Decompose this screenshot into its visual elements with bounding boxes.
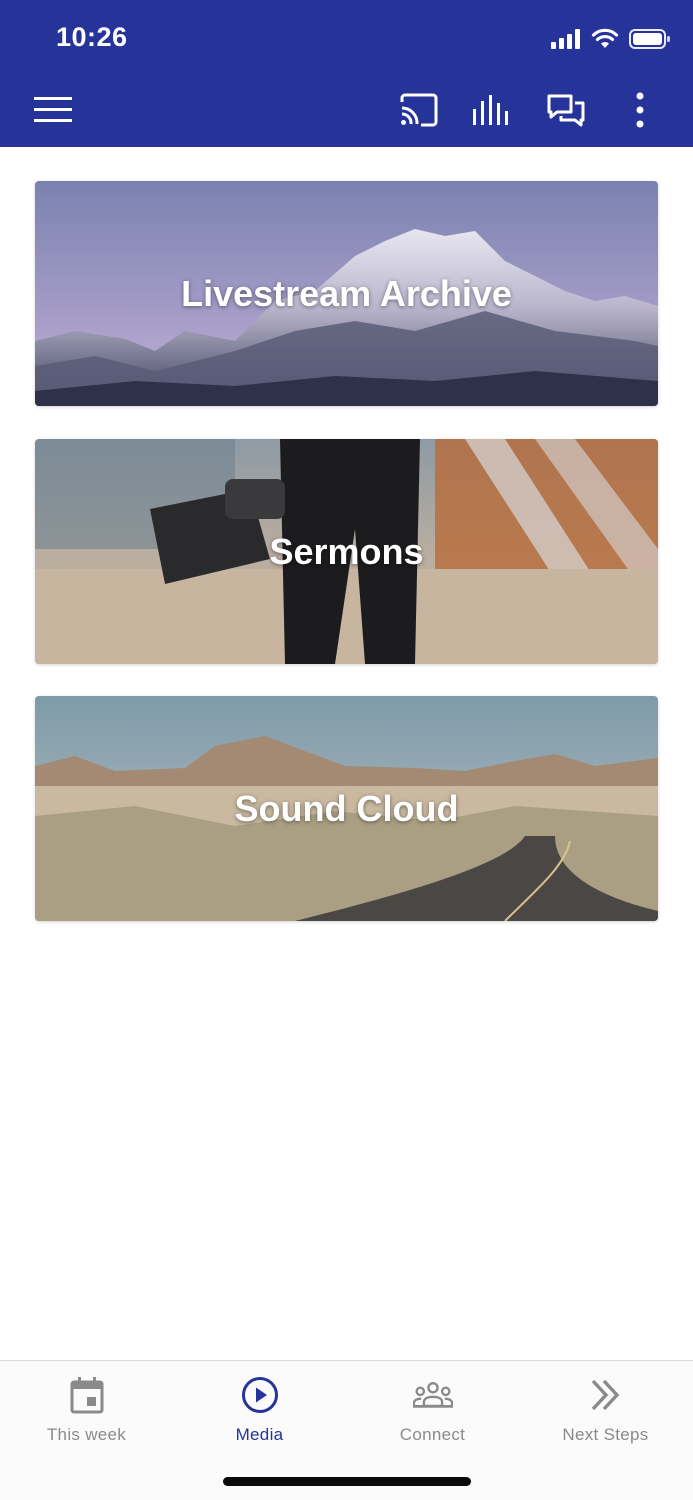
home-indicator[interactable] (223, 1477, 471, 1486)
status-time: 10:26 (56, 22, 128, 52)
cellular-signal-icon (551, 29, 580, 49)
wifi-icon (591, 28, 619, 48)
audio-bars-icon (473, 95, 508, 125)
livestream-archive-card[interactable]: Livestream Archive (35, 181, 658, 406)
cast-icon (400, 93, 438, 127)
audio-button[interactable] (468, 86, 516, 134)
battery-icon (629, 29, 670, 49)
sound-cloud-card[interactable]: Sound Cloud (35, 696, 658, 921)
nav-item-media[interactable]: Media (173, 1361, 346, 1461)
card-title: Sound Cloud (234, 787, 459, 829)
nav-label: Media (235, 1425, 284, 1444)
card-title: Livestream Archive (181, 272, 512, 314)
play-circle-icon (240, 1375, 280, 1415)
chat-button[interactable] (542, 86, 590, 134)
chat-icon (547, 94, 585, 127)
double-chevron-right-icon (586, 1375, 626, 1415)
card-title: Sermons (269, 530, 424, 572)
nav-label: Next Steps (562, 1425, 649, 1444)
app-header: 10:26 (0, 0, 693, 147)
group-icon (412, 1375, 453, 1415)
cast-button[interactable] (395, 86, 443, 134)
more-vertical-icon (636, 92, 644, 128)
app-screen: 10:26 Livestream Archive Sermons Sound C… (0, 0, 693, 1500)
nav-item-next-steps[interactable]: Next Steps (519, 1361, 692, 1461)
nav-label: This week (46, 1425, 127, 1444)
status-icons (551, 25, 671, 53)
calendar-icon (67, 1375, 107, 1415)
nav-label: Connect (399, 1425, 466, 1444)
hamburger-menu-icon (34, 97, 72, 122)
nav-item-this-week[interactable]: This week (0, 1361, 173, 1461)
sermons-card[interactable]: Sermons (35, 439, 658, 664)
nav-item-connect[interactable]: Connect (346, 1361, 519, 1461)
more-options-button[interactable] (616, 86, 664, 134)
menu-button[interactable] (29, 86, 77, 134)
